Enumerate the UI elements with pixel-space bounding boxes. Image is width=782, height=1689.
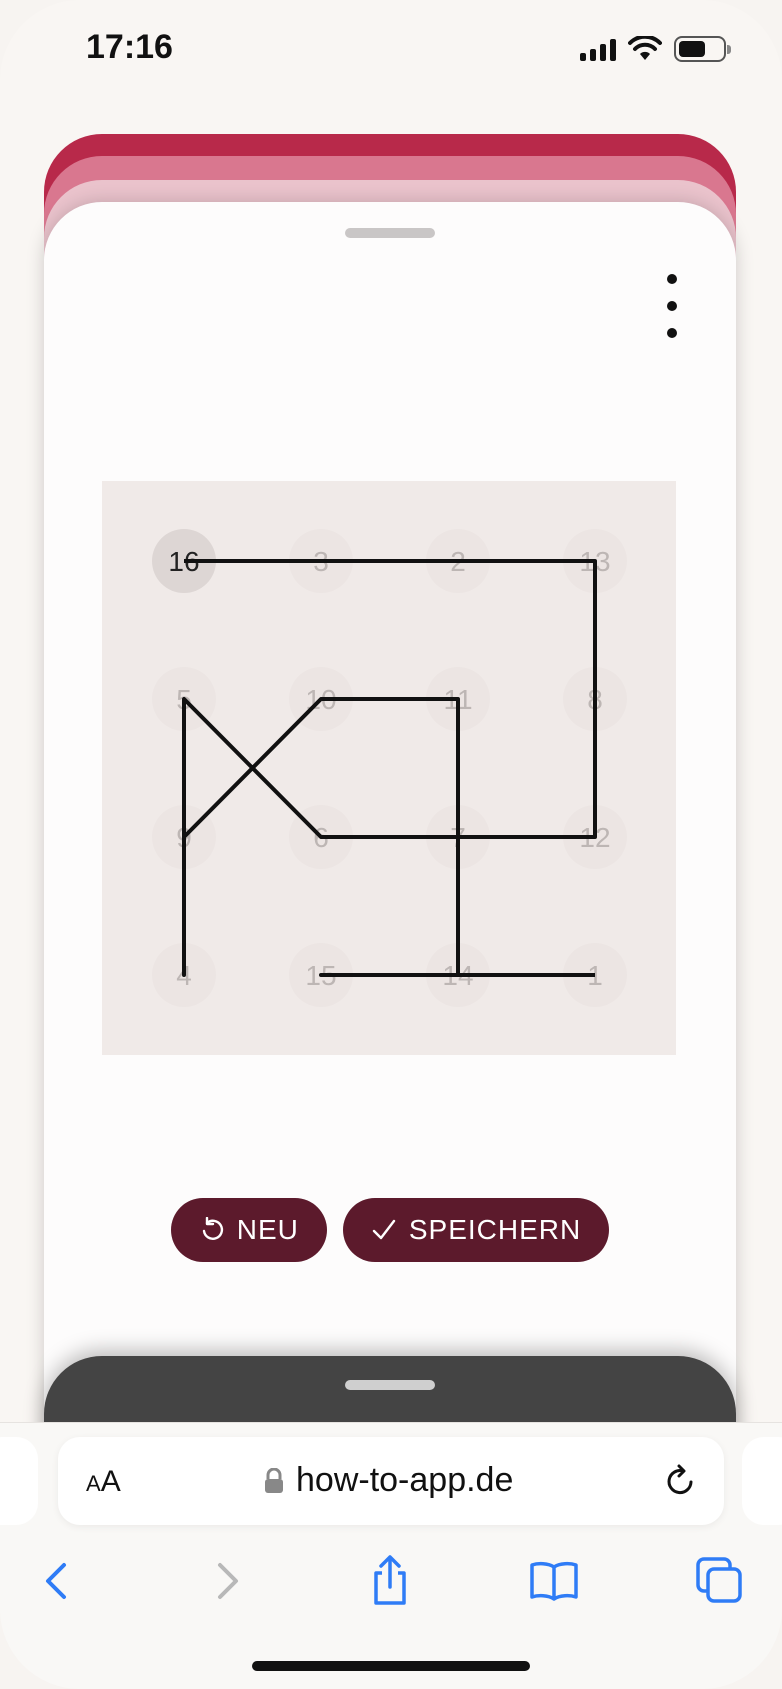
cellular-signal-icon xyxy=(580,37,616,61)
previous-tab-pill[interactable] xyxy=(0,1437,38,1525)
next-tab-pill[interactable] xyxy=(742,1437,782,1525)
reload-icon[interactable] xyxy=(662,1463,698,1499)
new-button[interactable]: NEU xyxy=(170,1198,327,1262)
notch xyxy=(230,0,552,66)
action-buttons: NEU SPEICHERN xyxy=(44,1198,736,1262)
status-icons xyxy=(580,34,731,64)
phone-screen: 17:16 16 3 2 13 5 10 11 8 9 6 7 12 4 15 14 1 xyxy=(0,0,782,1689)
status-bar: 17:16 xyxy=(0,0,782,110)
safari-toolbar: AA how-to-app.de xyxy=(0,1422,782,1689)
address-bar[interactable]: AA how-to-app.de xyxy=(58,1437,724,1525)
share-icon[interactable] xyxy=(360,1551,420,1611)
new-button-label: NEU xyxy=(236,1214,299,1245)
puzzle-canvas: 16 3 2 135 10 11 89 6 7 124 15 14 1 xyxy=(152,529,627,1007)
browser-nav-toolbar xyxy=(0,1551,782,1621)
puzzle-path-line xyxy=(182,559,597,977)
tabs-icon[interactable] xyxy=(690,1551,750,1611)
main-sheet: 16 3 2 13 5 10 11 8 9 6 7 12 4 15 14 1 NEU SPEICHERN xyxy=(44,202,736,1452)
more-menu-icon[interactable] xyxy=(660,274,684,338)
forward-icon[interactable] xyxy=(196,1551,256,1611)
back-icon[interactable] xyxy=(28,1551,88,1611)
bookmarks-icon[interactable] xyxy=(524,1551,584,1611)
checkmark-icon xyxy=(372,1219,396,1240)
url-text: how-to-app.de xyxy=(296,1461,514,1499)
save-button-label: SPEICHERN xyxy=(408,1214,582,1245)
bottom-sheet-grabber[interactable] xyxy=(345,1380,435,1390)
battery-icon xyxy=(674,36,731,62)
number-puzzle-board[interactable]: 16 3 2 13 5 10 11 8 9 6 7 12 4 15 14 1 xyxy=(102,481,676,1055)
url-display[interactable]: how-to-app.de xyxy=(264,1461,513,1500)
reader-settings-button[interactable]: AA xyxy=(86,1465,121,1499)
wifi-icon xyxy=(628,36,662,60)
home-indicator xyxy=(252,1661,530,1671)
save-button[interactable]: SPEICHERN xyxy=(342,1198,610,1262)
sheet-grabber[interactable] xyxy=(345,228,435,238)
undo-icon xyxy=(202,1217,223,1240)
lock-icon xyxy=(265,1467,283,1493)
status-time: 17:16 xyxy=(86,28,173,66)
